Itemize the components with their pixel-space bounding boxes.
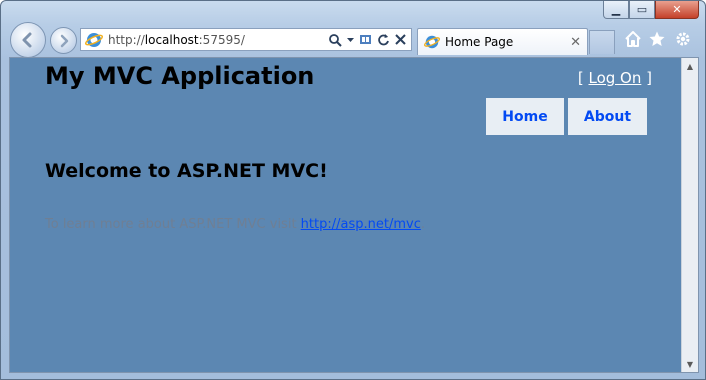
logon-bracket-close: ] [646,69,652,87]
dropdown-arrow-icon[interactable] [347,36,354,43]
ie-tab-icon [424,35,440,49]
address-bar[interactable]: http://localhost:57595/ [80,28,412,51]
scroll-down-icon[interactable]: ▼ [682,356,698,372]
compatibility-icon[interactable] [359,33,372,46]
tab-close-icon[interactable]: ✕ [570,35,581,50]
menu-item-home[interactable]: Home [486,98,564,135]
address-url[interactable]: http://localhost:57595/ [108,33,328,47]
menu-item-about[interactable]: About [568,98,647,135]
tab-label: Home Page [445,35,514,49]
url-scheme: http:// [108,32,145,47]
welcome-heading: Welcome to ASP.NET MVC! [45,160,328,182]
stop-icon[interactable] [395,34,406,45]
logon-bracket-open: [ [577,69,584,87]
intro-paragraph: To learn more about ASP.NET MVC visit ht… [45,217,425,232]
address-tools [328,33,406,47]
refresh-icon[interactable] [377,33,390,46]
browser-window: ▁ ▭ ✕ http://localhost:57595/ Home Page … [0,0,706,380]
close-window-button[interactable]: ✕ [655,1,699,19]
url-host: localhost [144,32,199,47]
page-viewport: My MVC Application [ Log On ] Home About… [9,57,699,373]
gear-icon [676,32,690,46]
url-port-path: :57595/ [198,32,245,47]
intro-period: . [420,217,425,232]
caption-buttons: ▁ ▭ ✕ [603,1,699,21]
ie-page-icon [85,32,103,47]
maximize-button[interactable]: ▭ [629,1,655,19]
back-button[interactable] [10,22,46,58]
asp-net-mvc-link[interactable]: http://asp.net/mvc [301,217,421,232]
logon-display: [ Log On ] [578,69,652,87]
main-menu: Home About [486,98,647,135]
intro-text: To learn more about ASP.NET MVC visit [45,217,301,232]
logon-link[interactable]: Log On [588,69,641,87]
search-icon[interactable] [328,33,342,47]
new-tab-button[interactable] [589,30,615,54]
site-title: My MVC Application [45,62,315,90]
forward-icon [60,34,68,47]
tools-button[interactable] [673,29,693,49]
home-icon [625,31,641,47]
favorites-button[interactable] [647,29,667,49]
minimize-button[interactable]: ▁ [603,1,629,19]
scroll-up-icon[interactable]: ▲ [682,58,698,74]
back-icon [22,32,32,48]
forward-button[interactable] [50,27,77,54]
favorites-star-icon [649,31,665,46]
vertical-scrollbar[interactable]: ▲ ▼ [681,58,698,372]
home-button[interactable] [623,29,643,49]
tab-home-page[interactable]: Home Page ✕ [417,28,588,55]
